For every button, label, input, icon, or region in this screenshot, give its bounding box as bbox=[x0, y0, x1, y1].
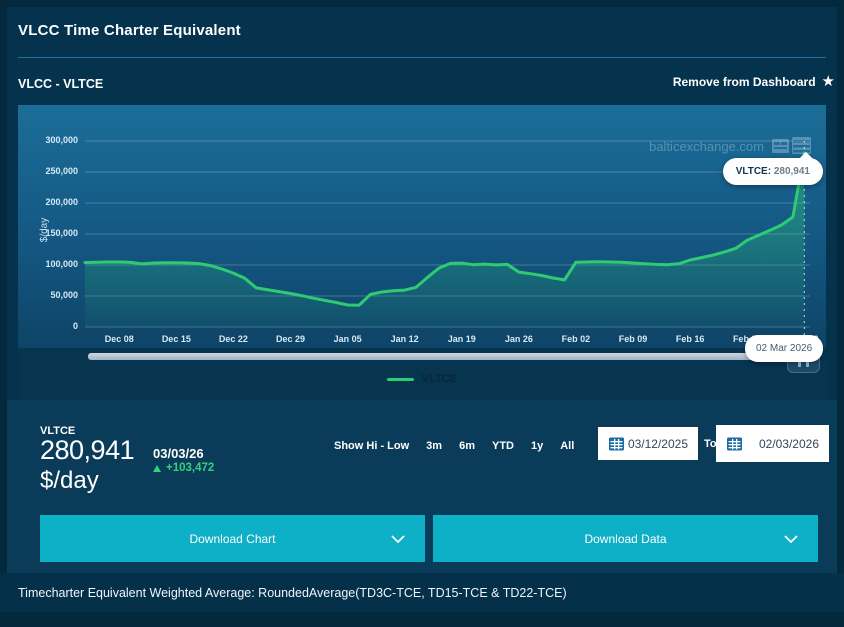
download-data-label: Download Data bbox=[584, 532, 666, 546]
page: { "header": { "title": "VLCC Time Charte… bbox=[0, 0, 844, 627]
info-panel: VLTCE 280,941 $/day 03/03/26 +103,472 Sh… bbox=[7, 400, 837, 573]
legend-item-vltce[interactable]: VLTCE bbox=[18, 373, 826, 385]
range-button-3m[interactable]: 3m bbox=[426, 440, 442, 452]
stat-current-value: 280,941 bbox=[40, 435, 134, 466]
range-button-ytd[interactable]: YTD bbox=[492, 440, 514, 452]
calendar-icon bbox=[726, 436, 743, 452]
legend-label: VLTCE bbox=[422, 373, 457, 385]
range-button-all[interactable]: All bbox=[560, 440, 574, 452]
range-selector: Show Hi - Low 3m 6m YTD 1y All bbox=[334, 440, 574, 452]
stat-change: +103,472 bbox=[153, 462, 214, 474]
header-divider bbox=[18, 57, 826, 58]
series-area-fill bbox=[85, 153, 804, 327]
star-icon[interactable]: ★ bbox=[822, 75, 835, 89]
date-to-input[interactable]: 02/03/2026 bbox=[716, 425, 829, 462]
y-tick-label: 300,000 bbox=[18, 135, 78, 145]
remove-from-dashboard-button[interactable]: Remove from Dashboard ★ bbox=[673, 75, 835, 89]
crosshair-date-label: 02 Mar 2026 bbox=[745, 335, 823, 362]
tooltip-series-label: VLTCE: bbox=[736, 166, 771, 177]
stat-unit: $/day bbox=[40, 467, 99, 495]
date-from-input[interactable]: 03/12/2025 bbox=[596, 425, 700, 462]
tooltip-value: 280,941 bbox=[774, 166, 810, 177]
range-button-6m[interactable]: 6m bbox=[459, 440, 475, 452]
y-tick-label: 0 bbox=[18, 321, 78, 331]
chevron-down-icon bbox=[391, 535, 405, 543]
chart-scrollbar-track[interactable] bbox=[88, 353, 785, 360]
download-chart-label: Download Chart bbox=[189, 532, 275, 546]
y-tick-label: 250,000 bbox=[18, 166, 78, 176]
y-tick-label: 200,000 bbox=[18, 197, 78, 207]
stat-change-value: +103,472 bbox=[166, 462, 214, 474]
y-tick-label: 100,000 bbox=[18, 259, 78, 269]
range-button-1y[interactable]: 1y bbox=[531, 440, 543, 452]
footer: Timecharter Equivalent Weighted Average:… bbox=[0, 573, 844, 612]
date-from-value: 03/12/2025 bbox=[628, 437, 688, 451]
chart-tooltip: VLTCE: 280,941 bbox=[723, 158, 823, 185]
dashboard-widget: VLCC Time Charter Equivalent VLCC - VLTC… bbox=[7, 7, 837, 573]
legend-line-swatch bbox=[387, 378, 414, 381]
y-tick-label: 50,000 bbox=[18, 290, 78, 300]
chart-panel: balticexchange.com $/day 300,000250,0002… bbox=[18, 105, 826, 400]
download-data-button[interactable]: Download Data bbox=[433, 515, 818, 562]
date-to-value: 02/03/2026 bbox=[759, 437, 819, 451]
download-chart-button[interactable]: Download Chart bbox=[40, 515, 425, 562]
page-title: VLCC Time Charter Equivalent bbox=[18, 22, 241, 39]
footer-note: Timecharter Equivalent Weighted Average:… bbox=[18, 586, 567, 600]
remove-from-dashboard-label: Remove from Dashboard bbox=[673, 75, 816, 89]
range-buttons: 3m 6m YTD 1y All bbox=[426, 440, 574, 452]
calendar-icon bbox=[608, 436, 625, 452]
arrow-up-icon bbox=[153, 465, 161, 472]
y-tick-label: 150,000 bbox=[18, 228, 78, 238]
chevron-down-icon bbox=[784, 535, 798, 543]
stat-date: 03/03/26 bbox=[153, 446, 204, 461]
to-label: To bbox=[704, 438, 717, 450]
chart-title: VLCC - VLTCE bbox=[18, 77, 103, 91]
vltce-area-chart[interactable] bbox=[85, 141, 810, 355]
show-hi-low-toggle[interactable]: Show Hi - Low bbox=[334, 440, 409, 452]
